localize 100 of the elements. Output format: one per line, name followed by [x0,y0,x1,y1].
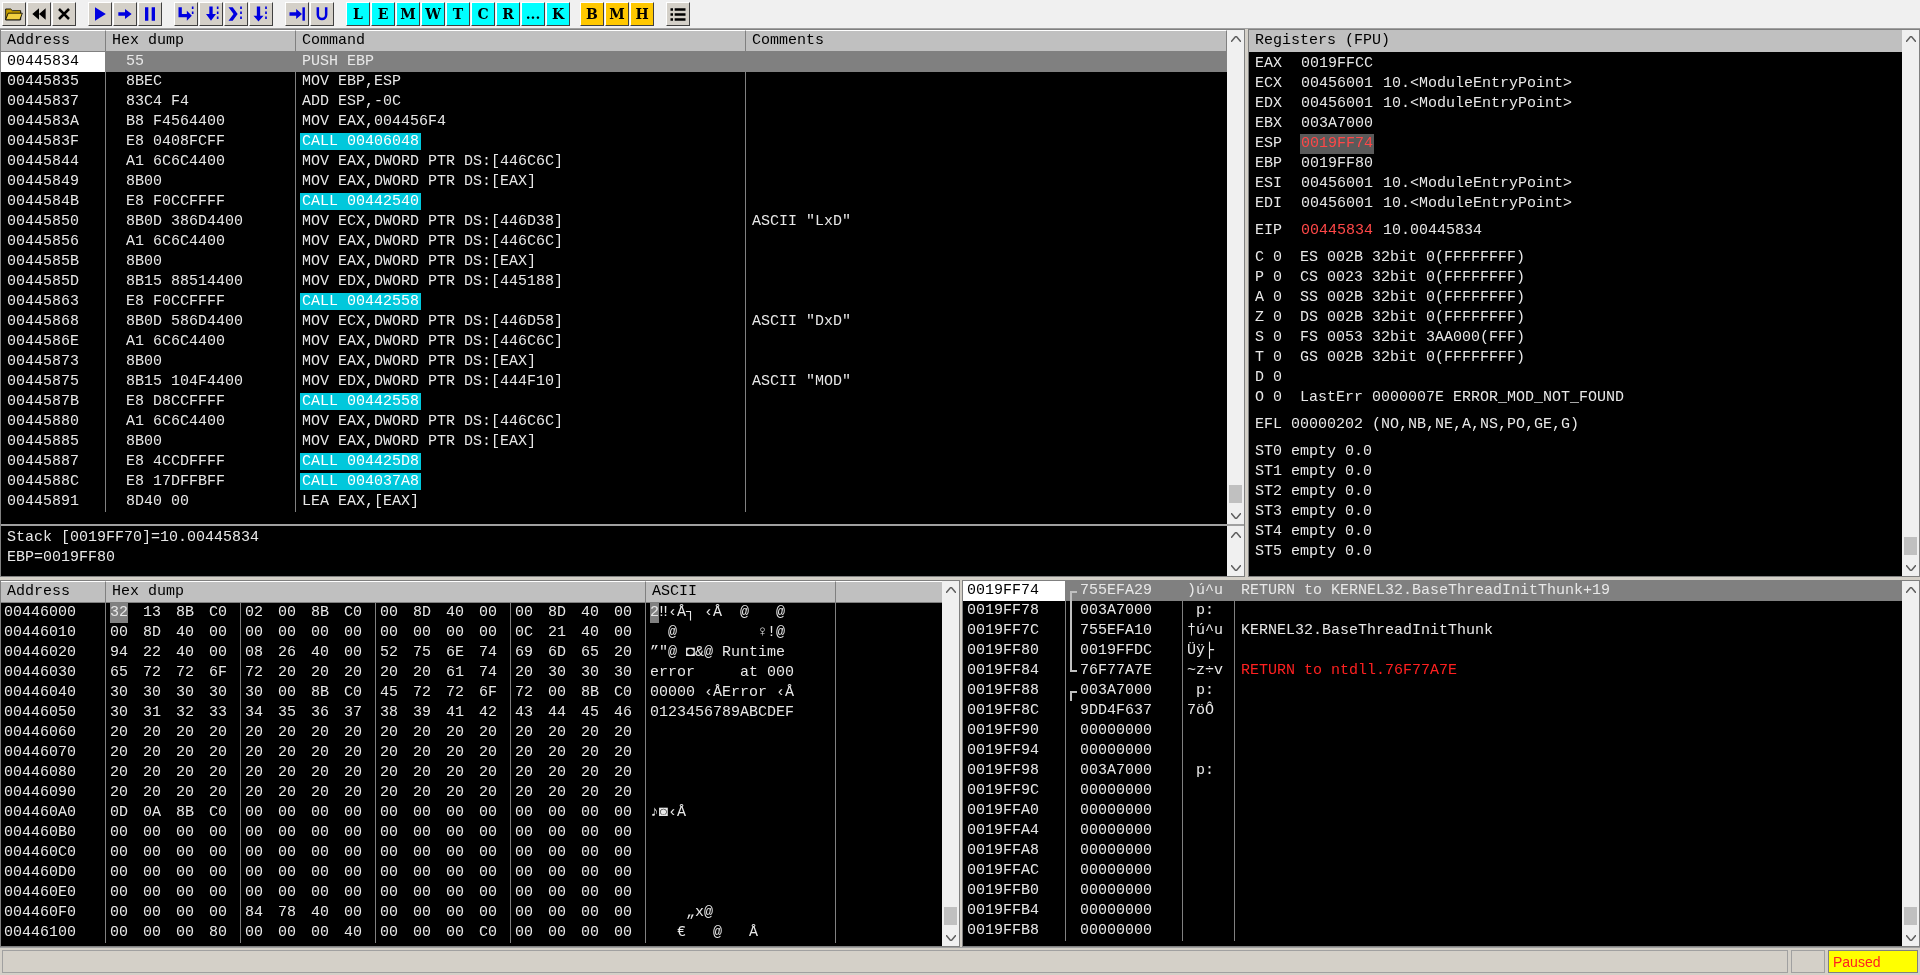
window-button[interactable]: L [346,2,370,26]
value-text: 00000000 [1080,902,1152,919]
hex-byte: 00 [413,903,432,923]
hex-byte: 20 [548,723,567,743]
hex-byte: 52 [380,643,398,663]
column-header[interactable] [836,581,942,603]
panel-title: Registers (FPU) [1254,30,1392,51]
register-value[interactable]: 00456001 [1300,94,1374,114]
hex-cell: 8B15 88514400 [106,272,296,292]
hex-byte: 20 [446,763,465,783]
register-value[interactable]: 0019FF80 [1300,154,1374,174]
hex-byte: 40 [311,643,330,663]
command-text: MOV ECX,DWORD PTR DS:[446D58] [302,313,564,330]
scroll-thumb[interactable] [944,907,957,925]
u-shape-icon[interactable] [310,2,334,26]
hex-byte: 74 [479,643,498,663]
hex-cell: E8 4CCDFFFF [106,452,296,472]
address-cell: 0044585B [1,252,106,272]
close-icon[interactable] [52,2,76,26]
hex-byte: 30 [110,683,128,703]
scroll-thumb[interactable] [1904,907,1917,925]
window-button[interactable]: T [446,2,470,26]
list-icon[interactable] [666,2,690,26]
address-cell: 00445880 [1,412,106,432]
hex-byte: 20 [380,663,398,683]
window-button[interactable]: H [630,2,654,26]
command-text: CALL 00442540 [300,193,422,210]
register-line: P 0 CS 0023 32bit 0(FFFFFFFF) [1255,268,1526,288]
value-text: 00000000 [1080,862,1152,879]
hex-byte: 00 [344,883,363,903]
hex-byte: 00 [446,623,465,643]
column-header[interactable]: Hex dump [106,581,646,603]
register-value[interactable]: 0019FFCC [1300,54,1374,74]
register-value[interactable]: 00456001 [1300,74,1374,94]
hex-byte: 00 [515,823,533,843]
address-cell: 00445844 [1,152,106,172]
hex-byte: 20 [614,723,633,743]
hex-cell: E8 0408FCFF [106,132,296,152]
hex-byte: 00 [380,603,398,623]
column-header[interactable]: Address [1,30,106,52]
column-header[interactable]: Command [296,30,746,52]
column-header[interactable]: Hex dump [106,30,296,52]
window-button[interactable]: C [471,2,495,26]
address-cell: 00446060 [1,723,106,743]
hex-byte: 00 [245,623,263,643]
window-button[interactable]: M [396,2,420,26]
hex-byte: 72 [515,683,533,703]
command-text: MOV EDX,DWORD PTR DS:[445188] [302,273,564,290]
address-cell: 00446100 [1,923,106,943]
hex-byte: 20 [176,783,195,803]
hex-byte: 00 [413,923,432,943]
pause-icon[interactable] [138,2,162,26]
ascii-text: error at 000 [650,663,795,683]
register-value[interactable]: 00456001 [1300,194,1374,214]
window-button[interactable]: K [546,2,570,26]
hex-byte: 00 [278,843,297,863]
open-folder-icon[interactable] [2,2,26,26]
column-header[interactable]: Comments [746,30,1227,52]
register-line: EFL 00000202 (NO,NB,NE,A,NS,PO,GE,G) [1255,415,1580,435]
hex-byte: 00 [143,863,162,883]
column-header[interactable]: Address [1,581,106,603]
cursor-char: 2 [650,603,659,623]
command-text: CALL 00442558 [300,293,422,310]
hex-byte: C0 [209,603,228,623]
hex-byte: 00 [110,863,128,883]
hex-byte: 46 [614,703,633,723]
window-button[interactable]: ... [521,2,545,26]
hex-byte: 00 [548,823,567,843]
hex-byte: 00 [515,803,533,823]
window-button[interactable]: E [371,2,395,26]
play-icon[interactable] [88,2,112,26]
scroll-thumb[interactable] [1229,485,1242,503]
window-button[interactable]: R [496,2,520,26]
hex-byte: 65 [581,643,600,663]
window-button[interactable]: B [580,2,604,26]
register-value[interactable]: 00445834 [1300,221,1374,241]
window-button[interactable]: W [421,2,445,26]
hex-byte: 20 [581,743,600,763]
step-into-icon[interactable] [174,2,198,26]
hex-byte: 78 [278,903,297,923]
window-button[interactable]: M [605,2,629,26]
column-header[interactable]: ASCII [646,581,836,603]
hex-byte: 00 [614,863,633,883]
hex-byte: 20 [143,783,162,803]
trace-into-icon[interactable] [224,2,248,26]
scroll-thumb[interactable] [1904,537,1917,555]
hex-byte: 00 [446,803,465,823]
step-over-icon[interactable] [199,2,223,26]
hex-byte: 00 [614,623,633,643]
register-value[interactable]: 00456001 [1300,174,1374,194]
address-cell: 0019FF8C [963,701,1066,721]
hex-byte: 00 [515,923,533,943]
hex-byte: 20 [278,663,297,683]
hex-byte: 20 [278,783,297,803]
register-value[interactable]: 003A7000 [1300,114,1374,134]
hex-byte: 00 [278,823,297,843]
rewind-icon[interactable] [27,2,51,26]
address-cell: 0019FFB8 [963,921,1066,941]
hex-byte: 34 [245,703,263,723]
trace-over-icon[interactable] [249,2,273,26]
